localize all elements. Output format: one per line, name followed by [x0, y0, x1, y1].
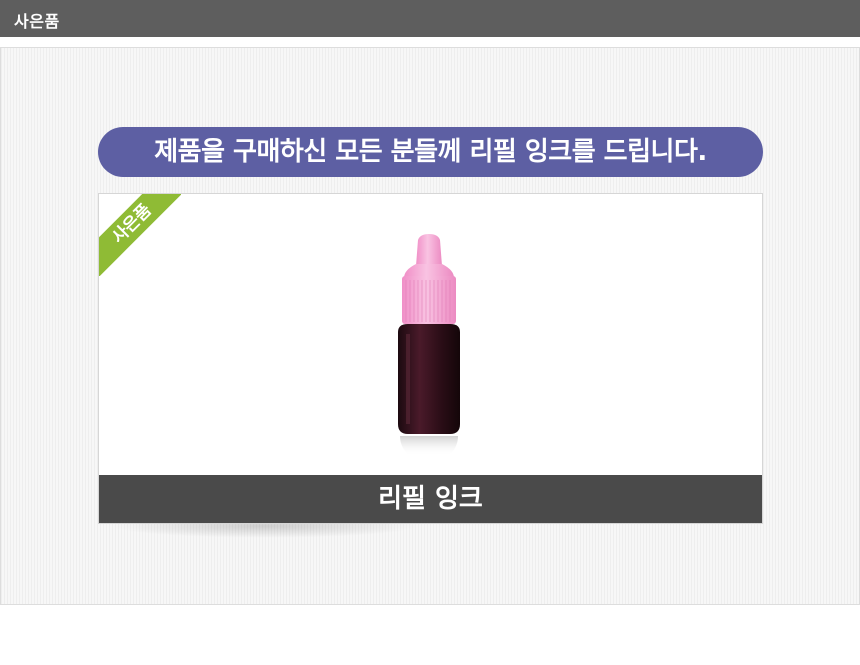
gift-banner: 제품을 구매하신 모든 분들께 리필 잉크를 드립니다. — [98, 127, 763, 177]
ribbon-corner: 사은품 — [99, 194, 181, 276]
header-bar: 사은품 — [0, 0, 860, 37]
section-title: 사은품 — [14, 12, 60, 31]
gift-card: 사은품 리필 잉크 — [98, 193, 763, 524]
product-name: 리필 잉크 — [99, 475, 762, 523]
ink-bottle-icon — [398, 234, 460, 456]
gift-ribbon: 사은품 — [99, 194, 181, 276]
